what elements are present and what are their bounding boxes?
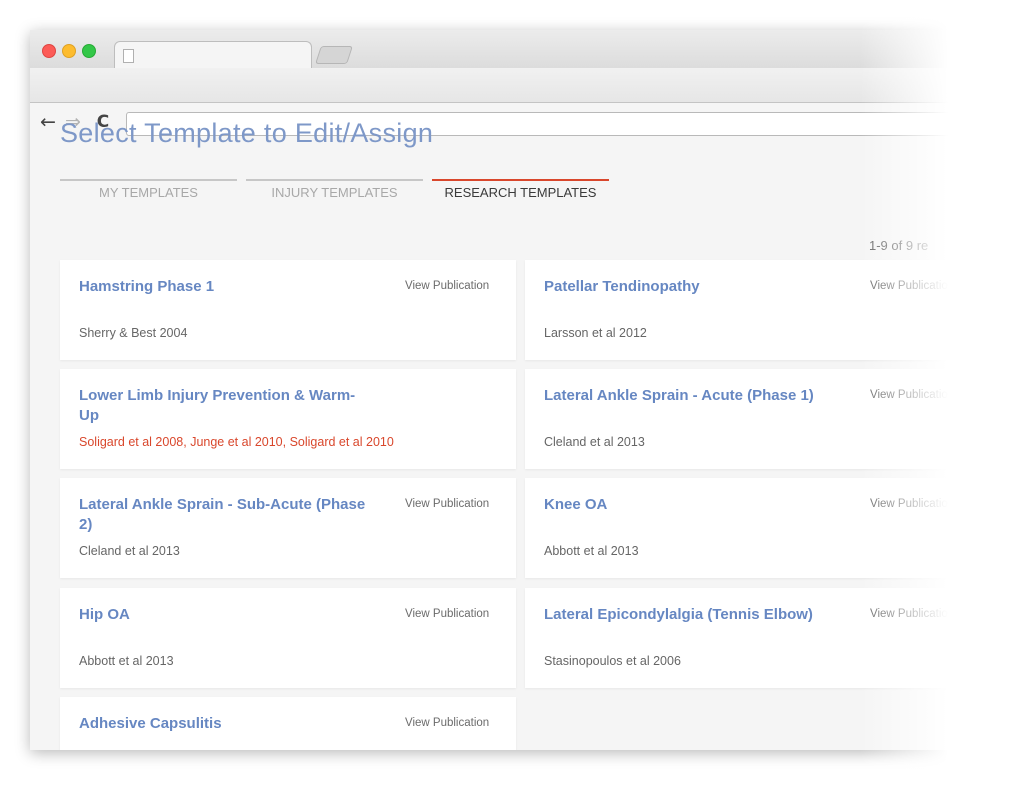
view-publication-link[interactable]: View Publication	[405, 717, 489, 729]
template-card-patellar-tendinopathy[interactable]: Patellar Tendinopathy View Publication L…	[525, 260, 981, 360]
view-publication-link[interactable]: View Publication	[870, 389, 954, 401]
view-publication-link[interactable]: View Publication	[405, 608, 489, 620]
template-card-adhesive-capsulitis[interactable]: Adhesive Capsulitis View Publication	[60, 697, 516, 750]
maximize-window-icon[interactable]	[82, 44, 96, 58]
template-title[interactable]: Lateral Ankle Sprain - Acute (Phase 1)	[544, 386, 834, 406]
tab-injury-templates[interactable]: INJURY TEMPLATES	[246, 179, 423, 207]
template-title[interactable]: Hamstring Phase 1	[79, 277, 369, 297]
template-authors: Cleland et al 2013	[79, 544, 180, 558]
new-tab-button[interactable]	[315, 46, 353, 64]
close-window-icon[interactable]	[42, 44, 56, 58]
template-title[interactable]: Adhesive Capsulitis	[79, 714, 369, 734]
template-card-lower-limb-injury-prevention[interactable]: Lower Limb Injury Prevention & Warm-Up S…	[60, 369, 516, 469]
view-publication-link[interactable]: View Publication	[870, 608, 954, 620]
template-authors: Stasinopoulos et al 2006	[544, 654, 681, 668]
template-card-lateral-ankle-sprain-sub-acute[interactable]: Lateral Ankle Sprain - Sub-Acute (Phase …	[60, 478, 516, 578]
template-title[interactable]: Patellar Tendinopathy	[544, 277, 834, 297]
browser-window: ← ⇒ C Select Template to Edit/Assign MY …	[30, 30, 1020, 750]
template-authors: Abbott et al 2013	[544, 544, 639, 558]
page-content: Select Template to Edit/Assign MY TEMPLA…	[30, 103, 1020, 750]
page-title: Select Template to Edit/Assign	[60, 118, 434, 148]
tab-research-templates[interactable]: RESEARCH TEMPLATES	[432, 179, 609, 207]
document-icon	[123, 49, 134, 63]
template-title[interactable]: Lateral Ankle Sprain - Sub-Acute (Phase …	[79, 495, 369, 535]
template-title[interactable]: Knee OA	[544, 495, 834, 515]
view-publication-link[interactable]: View Publication	[870, 280, 954, 292]
minimize-window-icon[interactable]	[62, 44, 76, 58]
view-publication-link[interactable]: View Publication	[405, 498, 489, 510]
browser-tabstrip	[30, 30, 1020, 69]
tab-my-templates[interactable]: MY TEMPLATES	[60, 179, 237, 207]
result-count: 1-9 of 9 re	[869, 238, 929, 253]
template-authors: Abbott et al 2013	[79, 654, 174, 668]
browser-toolbar: ← ⇒ C	[30, 68, 1020, 136]
template-authors: Larsson et al 2012	[544, 326, 647, 340]
template-authors: Cleland et al 2013	[544, 435, 645, 449]
view-publication-link[interactable]: View Publication	[870, 498, 954, 510]
view-publication-link[interactable]: View Publication	[405, 280, 489, 292]
template-title[interactable]: Hip OA	[79, 605, 369, 625]
template-authors: Soligard et al 2008, Junge et al 2010, S…	[79, 435, 394, 449]
template-title[interactable]: Lower Limb Injury Prevention & Warm-Up	[79, 386, 369, 426]
template-card-hamstring-phase-1[interactable]: Hamstring Phase 1 View Publication Sherr…	[60, 260, 516, 360]
template-card-hip-oa[interactable]: Hip OA View Publication Abbott et al 201…	[60, 588, 516, 688]
template-authors: Sherry & Best 2004	[79, 326, 188, 340]
template-title[interactable]: Lateral Epicondylalgia (Tennis Elbow)	[544, 605, 834, 625]
template-card-lateral-epicondylalgia[interactable]: Lateral Epicondylalgia (Tennis Elbow) Vi…	[525, 588, 981, 688]
template-card-knee-oa[interactable]: Knee OA View Publication Abbott et al 20…	[525, 478, 981, 578]
browser-tab[interactable]	[114, 41, 312, 69]
template-card-lateral-ankle-sprain-acute[interactable]: Lateral Ankle Sprain - Acute (Phase 1) V…	[525, 369, 981, 469]
